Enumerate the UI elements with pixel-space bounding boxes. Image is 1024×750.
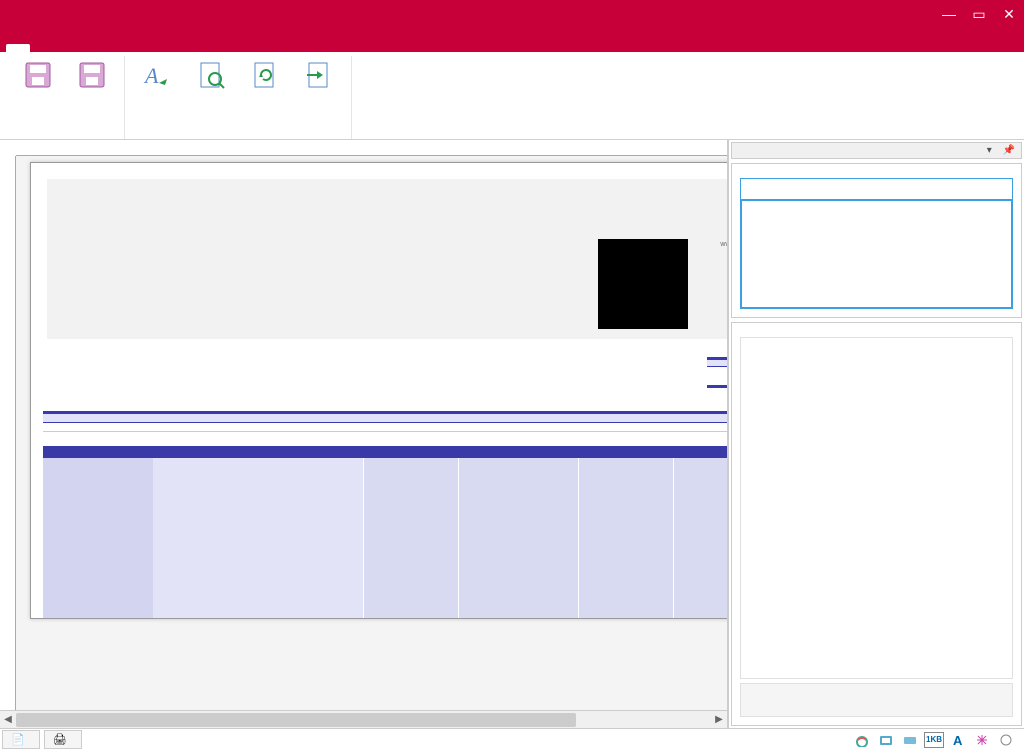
props-footer: [740, 683, 1013, 717]
ruler-horizontal[interactable]: [16, 140, 727, 156]
qr-code: [598, 239, 688, 329]
preview-icon: [195, 59, 227, 91]
props-content: [740, 337, 1013, 679]
scroll-right-arrow[interactable]: ▶: [711, 711, 727, 729]
printer-icon: 🖨: [53, 733, 67, 746]
pin-icon[interactable]: 📌: [1003, 145, 1015, 156]
nif-data: [43, 423, 727, 432]
font-icon: A: [141, 59, 173, 91]
props-section: [731, 322, 1022, 726]
barcode: [713, 249, 727, 329]
status-icon-4[interactable]: 1KB: [924, 732, 944, 748]
status-icon-1[interactable]: [852, 732, 872, 748]
scroll-left-arrow[interactable]: ◀: [0, 711, 16, 729]
save-close-icon: [22, 59, 54, 91]
save-continue-button[interactable]: [66, 56, 118, 96]
info-icon: 📄: [11, 733, 25, 746]
design-canvas[interactable]: www.1kbarcode.com: [16, 156, 727, 710]
invoice-page[interactable]: www.1kbarcode.com: [30, 162, 727, 619]
main-area: www.1kbarcode.com: [0, 140, 1024, 728]
barcode-url: www.1kbarcode.com: [720, 241, 727, 248]
tab-designer[interactable]: [6, 44, 30, 52]
side-panel: ▾ 📌: [728, 140, 1024, 728]
minimize-button[interactable]: —: [934, 0, 964, 28]
preview-button[interactable]: [185, 56, 237, 96]
status-icon-2[interactable]: [876, 732, 896, 748]
sidepanel-title[interactable]: ▾ 📌: [731, 142, 1022, 159]
fields-dropdown[interactable]: [740, 199, 1013, 309]
scroll-thumb[interactable]: [16, 713, 576, 727]
refresh-design-button[interactable]: [239, 56, 291, 96]
fields-search-input[interactable]: [740, 178, 1013, 200]
tab-strip: [0, 28, 1024, 52]
status-bar: 📄 🖨 1KB A: [0, 728, 1024, 750]
dropdown-icon[interactable]: ▾: [987, 145, 992, 156]
ribbon-group-maintenance: [6, 56, 125, 139]
client-box: [47, 347, 727, 381]
company-box: www.1kbarcode.com: [47, 179, 727, 339]
import-icon: [303, 59, 335, 91]
change-font-button[interactable]: A: [131, 56, 183, 96]
fields-section: [731, 163, 1022, 318]
nif-header: [43, 411, 727, 423]
status-printer-button[interactable]: 🖨: [44, 730, 82, 749]
status-icon-3[interactable]: [900, 732, 920, 748]
window-controls: — ▭ ✕: [934, 0, 1024, 28]
ruler-vertical[interactable]: [0, 156, 16, 710]
table-header: [43, 446, 727, 458]
svg-text:A: A: [953, 733, 963, 747]
import-design-button[interactable]: [293, 56, 345, 96]
status-icon-7[interactable]: [996, 732, 1016, 748]
doc-info: [707, 357, 727, 388]
status-info-button[interactable]: 📄: [2, 730, 40, 749]
company-zip-city: [63, 191, 727, 209]
close-button[interactable]: ✕: [994, 0, 1024, 28]
ribbon-group-actions: A: [125, 56, 352, 139]
status-icon-5[interactable]: A: [948, 732, 968, 748]
title-bar: — ▭ ✕: [0, 0, 1024, 28]
status-icon-6[interactable]: [972, 732, 992, 748]
canvas-wrap: www.1kbarcode.com: [0, 140, 728, 728]
maximize-button[interactable]: ▭: [964, 0, 994, 28]
save-close-button[interactable]: [12, 56, 64, 96]
ribbon: A: [0, 52, 1024, 140]
save-continue-icon: [76, 59, 108, 91]
refresh-icon: [249, 59, 281, 91]
scrollbar-horizontal[interactable]: ◀ ▶: [0, 710, 727, 728]
table-body: [43, 458, 727, 618]
svg-text:A: A: [143, 63, 159, 88]
